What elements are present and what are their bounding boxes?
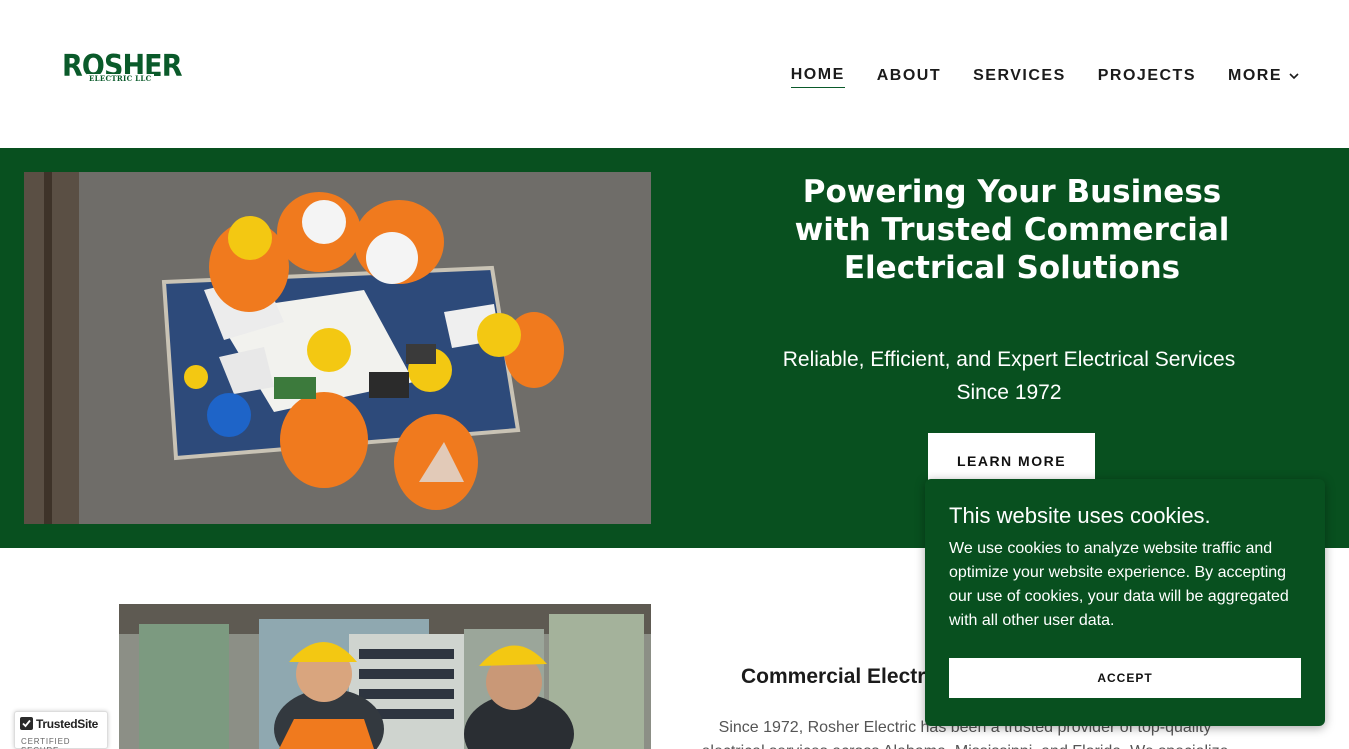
nav-home-label: HOME bbox=[790, 66, 845, 83]
trustedsite-badge[interactable]: TrustedSite CERTIFIED SECURE bbox=[14, 711, 108, 749]
trustedsite-name: TrustedSite bbox=[36, 717, 99, 731]
cookie-text: We use cookies to analyze website traffi… bbox=[949, 540, 1289, 629]
logo[interactable]: ROSHER ELECTRIC LLC bbox=[62, 52, 188, 86]
hero-image bbox=[24, 172, 651, 524]
page: ROSHER ELECTRIC LLC HOME ABOUT SERVICES … bbox=[0, 0, 1349, 749]
hero-subtitle: Reliable, Efficient, and Expert Electric… bbox=[782, 348, 1236, 404]
section-title: Commercial Electric bbox=[741, 665, 943, 688]
nav-services-label: SERVICES bbox=[973, 66, 1066, 84]
checkmark-icon bbox=[20, 717, 33, 730]
chevron-down-icon bbox=[1289, 72, 1299, 79]
hero-title: Powering Your Business with Trusted Comm… bbox=[794, 174, 1230, 286]
nav-home[interactable]: HOME bbox=[790, 66, 845, 88]
main-nav: HOME ABOUT SERVICES PROJECTS MORE bbox=[759, 66, 1300, 88]
section-photo-illustration bbox=[119, 604, 651, 749]
trustedsite-subtitle: CERTIFIED SECURE bbox=[21, 737, 71, 749]
hero-photo-illustration bbox=[24, 172, 651, 524]
nav-more[interactable]: MORE bbox=[1228, 67, 1300, 88]
nav-about[interactable]: ABOUT bbox=[877, 67, 941, 88]
cookie-title: This website uses cookies. bbox=[949, 503, 1211, 528]
site-header: ROSHER ELECTRIC LLC HOME ABOUT SERVICES … bbox=[0, 0, 1349, 148]
logo-subtitle: ELECTRIC LLC bbox=[87, 74, 154, 83]
nav-services[interactable]: SERVICES bbox=[973, 67, 1066, 88]
nav-about-label: ABOUT bbox=[876, 66, 942, 84]
cookie-banner: This website uses cookies. We use cookie… bbox=[925, 479, 1325, 726]
nav-projects-label: PROJECTS bbox=[1097, 66, 1196, 84]
nav-more-label: MORE bbox=[1228, 66, 1282, 84]
section-image bbox=[119, 604, 651, 749]
accept-cookies-button[interactable]: ACCEPT bbox=[949, 658, 1301, 698]
nav-projects[interactable]: PROJECTS bbox=[1098, 67, 1196, 88]
